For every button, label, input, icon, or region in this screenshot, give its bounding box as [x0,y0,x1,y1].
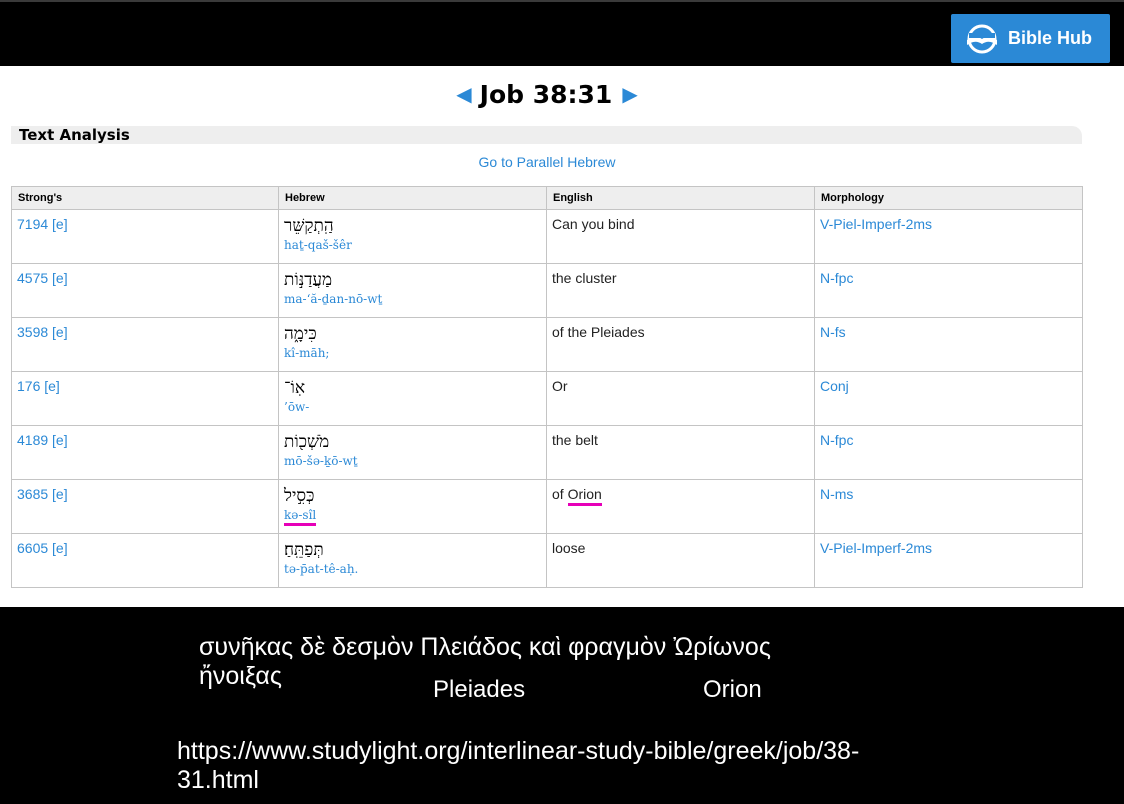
next-verse-arrow-icon[interactable]: ▶ [622,82,637,106]
english-gloss: the belt [552,432,598,448]
transliteration-link[interactable]: haṯ-qaš-šêr [284,238,352,252]
table-header-row: Strong's Hebrew English Morphology [11,186,1083,210]
hebrew-word: כְּסִ֣יל [284,486,315,506]
parallel-hebrew-link[interactable]: Go to Parallel Hebrew [0,154,1094,170]
strongs-link[interactable]: 4575 [e] [17,270,68,286]
orion-caption: Orion [703,676,762,703]
hebrew-word: הַֽתְקַשֵּׁר [284,216,334,236]
column-header-strongs: Strong's [11,186,279,210]
transliteration-link[interactable]: ’ōw- [284,400,309,414]
pleiades-caption: Pleiades [433,676,526,703]
morphology-link[interactable]: N-fpc [820,432,853,448]
hebrew-word: אֽוֹ־ [284,378,306,398]
morphology-link[interactable]: N-fpc [820,270,853,286]
transliteration-link-highlighted[interactable]: kə-sîl [284,508,317,526]
text-analysis-table: Strong's Hebrew English Morphology 7194 … [11,186,1083,588]
column-header-hebrew: Hebrew [278,186,547,210]
table-row: 3598 [e] כִּימָ֑ה kî-māh; of the Pleiades… [11,317,1083,372]
table-row: 7194 [e] הַֽתְקַשֵּׁר haṯ-qaš-šêr Can you… [11,209,1083,264]
table-row: 3685 [e] כְּסִ֣יל kə-sîl of Orion N-ms [11,479,1083,534]
table-row: 4189 [e] מֹשְׁכ֖וֹת mō-šə-ḵō-wṯ the belt … [11,425,1083,480]
open-book-icon [967,24,997,53]
column-header-english: English [546,186,815,210]
english-gloss: loose [552,540,586,556]
section-title: Text Analysis [11,126,1082,144]
table-row: 6605 [e] תְּפַתֵּֽחַ׃ tə-p̄at-tê-aḥ. loos… [11,533,1083,588]
content-panel: ◀ Job 38:31 ▶ Text Analysis Go to Parallel… [0,66,1124,607]
transliteration-link[interactable]: ma-‘ă-ḏan-nō-wṯ [284,292,382,306]
bible-hub-logo[interactable]: Bible Hub [951,14,1110,63]
english-gloss-prefix: of [552,486,568,502]
logo-text: Bible Hub [1008,28,1092,48]
table-row: 4575 [e] מַעֲדַנּ֣וֹת ma-‘ă-ḏan-nō-wṯ the… [11,263,1083,318]
morphology-link[interactable]: N-ms [820,486,853,502]
strongs-link[interactable]: 4189 [e] [17,432,68,448]
column-header-morphology: Morphology [814,186,1083,210]
strongs-link[interactable]: 6605 [e] [17,540,68,556]
source-url-caption: https://www.studylight.org/interlinear-s… [177,737,860,794]
english-gloss: Can you bind [552,216,635,232]
strongs-link[interactable]: 3685 [e] [17,486,68,502]
hebrew-word: מַעֲדַנּ֣וֹת [284,270,333,290]
hebrew-word: כִּימָ֑ה [284,324,317,344]
previous-verse-arrow-icon[interactable]: ◀ [456,82,471,106]
transliteration-link[interactable]: tə-p̄at-tê-aḥ. [284,562,358,576]
morphology-link[interactable]: V-Piel-Imperf-2ms [820,540,932,556]
strongs-link[interactable]: 3598 [e] [17,324,68,340]
strongs-link[interactable]: 176 [e] [17,378,60,394]
strongs-link[interactable]: 7194 [e] [17,216,68,232]
hebrew-word: תְּפַתֵּֽחַ׃ [284,540,324,560]
english-gloss: Or [552,378,568,394]
transliteration-link[interactable]: mō-šə-ḵō-wṯ [284,454,358,468]
top-bar: Bible Hub [0,0,1124,66]
english-gloss-highlighted: Orion [567,486,602,506]
table-row: 176 [e] אֽוֹ־ ’ōw- Or Conj [11,371,1083,426]
morphology-link[interactable]: V-Piel-Imperf-2ms [820,216,932,232]
transliteration-link[interactable]: kî-māh; [284,346,329,360]
morphology-link[interactable]: N-fs [820,324,846,340]
verse-navigation: ◀ Job 38:31 ▶ [0,80,1094,109]
verse-reference: Job 38:31 [479,80,613,109]
morphology-link[interactable]: Conj [820,378,849,394]
english-gloss: the cluster [552,270,617,286]
hebrew-word: מֹשְׁכ֖וֹת [284,432,330,452]
english-gloss: of the Pleiades [552,324,645,340]
